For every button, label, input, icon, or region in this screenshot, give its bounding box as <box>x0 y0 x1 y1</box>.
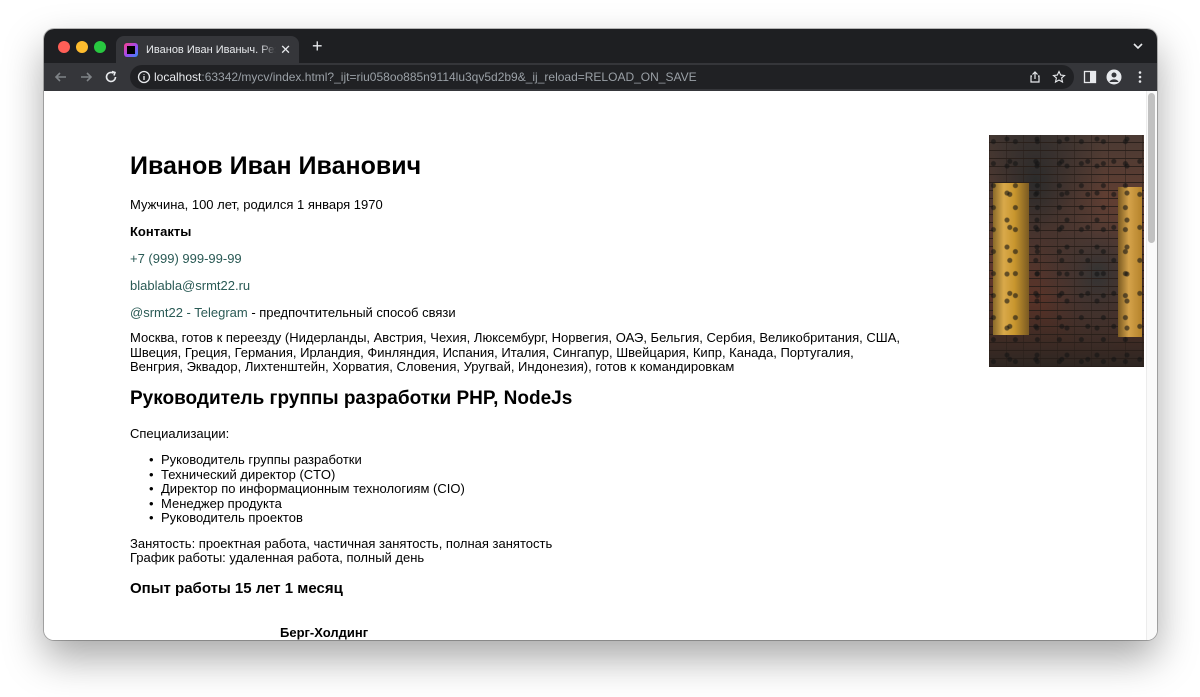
profile-avatar-icon[interactable] <box>1106 69 1122 85</box>
maximize-window-button[interactable] <box>94 41 106 53</box>
photo-vines <box>989 135 1144 367</box>
scrollbar-track[interactable] <box>1146 91 1157 640</box>
address-bar[interactable]: localhost:63342/mycv/index.html?_ijt=riu… <box>130 65 1074 89</box>
side-panel-icon[interactable] <box>1082 69 1098 85</box>
tab-bar: Иванов Иван Иваныч. Резюме ✕ + <box>44 29 1157 63</box>
new-tab-button[interactable]: + <box>312 37 323 55</box>
telegram-contact: @srmt22 - Telegram - предпочтительный сп… <box>130 305 456 321</box>
url-text[interactable]: localhost:63342/mycv/index.html?_ijt=riu… <box>154 70 697 84</box>
list-item: Руководитель группы разработки <box>149 452 465 468</box>
personal-summary: Мужчина, 100 лет, родился 1 января 1970 <box>130 197 383 212</box>
profile-photo <box>989 135 1144 367</box>
list-item: Технический директор (CTO) <box>149 467 465 483</box>
share-icon[interactable] <box>1028 70 1042 84</box>
scrollbar-thumb[interactable] <box>1148 93 1155 243</box>
close-window-button[interactable] <box>58 41 70 53</box>
info-icon[interactable] <box>137 70 151 84</box>
jetbrains-favicon-icon <box>124 42 138 57</box>
tab-title: Иванов Иван Иваныч. Резюме <box>146 43 276 56</box>
list-item: Руководитель проектов <box>149 510 465 526</box>
resume-name: Иванов Иван Иванович <box>130 152 422 180</box>
minimize-window-button[interactable] <box>76 41 88 53</box>
active-tab[interactable]: Иванов Иван Иваныч. Резюме ✕ <box>116 36 299 63</box>
phone-link[interactable]: +7 (999) 999-99-99 <box>130 251 242 267</box>
specializations-label: Специализации: <box>130 426 230 441</box>
schedule-text: График работы: удаленная работа, полный … <box>130 550 425 565</box>
list-item: Менеджер продукта <box>149 496 465 512</box>
more-menu-icon[interactable] <box>1132 69 1148 85</box>
back-arrow-icon[interactable] <box>52 68 70 86</box>
telegram-link[interactable]: @srmt22 - Telegram <box>130 305 248 320</box>
experience-heading: Опыт работы 15 лет 1 месяц <box>130 580 343 597</box>
specializations-list: Руководитель группы разработки Техническ… <box>149 452 465 526</box>
relocation-text: Москва, готов к переезду (Нидерланды, Ав… <box>130 330 900 374</box>
browser-toolbar: localhost:63342/mycv/index.html?_ijt=riu… <box>44 63 1157 91</box>
page-viewport: Иванов Иван Иванович Мужчина, 100 лет, р… <box>44 91 1157 640</box>
email-link[interactable]: blablabla@srmt22.ru <box>130 278 250 294</box>
browser-window: Иванов Иван Иваныч. Резюме ✕ + localhost… <box>44 29 1157 640</box>
list-item: Директор по информационным технологиям (… <box>149 481 465 497</box>
bookmark-star-icon[interactable] <box>1052 70 1066 84</box>
contacts-heading: Контакты <box>130 224 192 239</box>
position-title: Руководитель группы разработки PHP, Node… <box>130 388 573 409</box>
telegram-note: - предпочтительный способ связи <box>247 305 456 320</box>
forward-arrow-icon[interactable] <box>77 68 95 86</box>
reload-icon[interactable] <box>102 68 120 86</box>
company-name: Берг-Холдинг <box>280 625 369 640</box>
tab-close-icon[interactable]: ✕ <box>280 43 291 56</box>
chevron-down-icon[interactable] <box>1131 39 1145 53</box>
